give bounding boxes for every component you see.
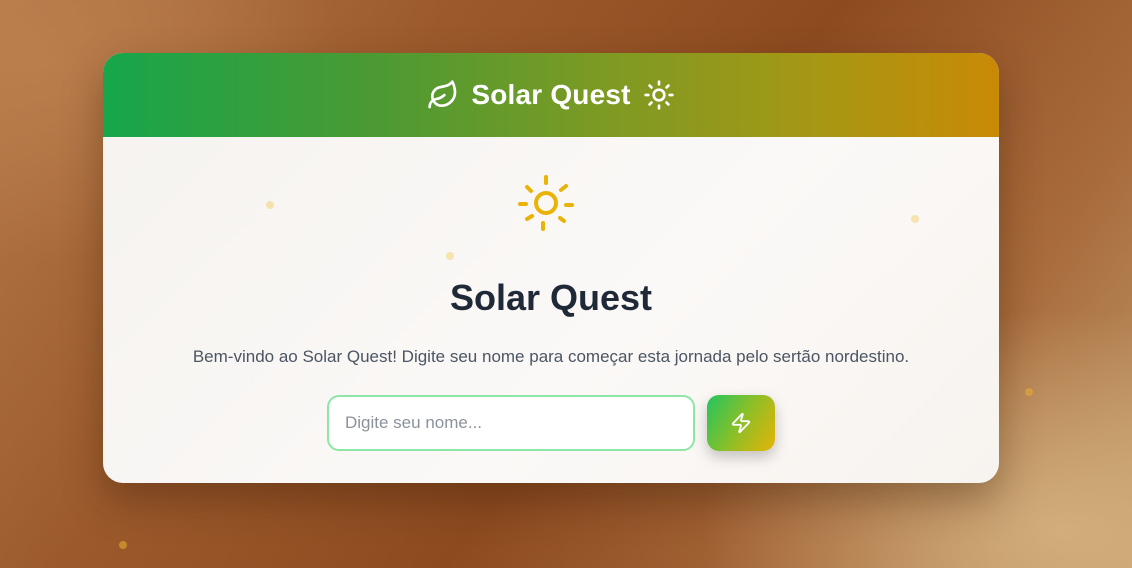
name-input[interactable] xyxy=(327,395,695,451)
decorative-dot xyxy=(119,541,127,549)
welcome-description: Bem-vindo ao Solar Quest! Digite seu nom… xyxy=(192,347,910,366)
sun-icon xyxy=(516,173,576,233)
decorative-dot xyxy=(1025,388,1033,396)
start-button[interactable] xyxy=(707,395,775,451)
sun-icon xyxy=(643,79,675,111)
card-body: Solar Quest Bem-vindo ao Solar Quest! Di… xyxy=(103,137,999,483)
card-header: Solar Quest xyxy=(103,53,999,137)
decorative-dot xyxy=(266,201,274,209)
decorative-dot xyxy=(446,252,454,260)
welcome-card: Solar Quest Solar Quest Bem-vindo ao Sol… xyxy=(103,53,999,483)
decorative-dot xyxy=(911,215,919,223)
lightning-icon xyxy=(730,412,752,434)
page-title: Solar Quest xyxy=(449,277,653,318)
leaf-icon xyxy=(427,79,459,111)
header-title: Solar Quest xyxy=(471,79,631,110)
